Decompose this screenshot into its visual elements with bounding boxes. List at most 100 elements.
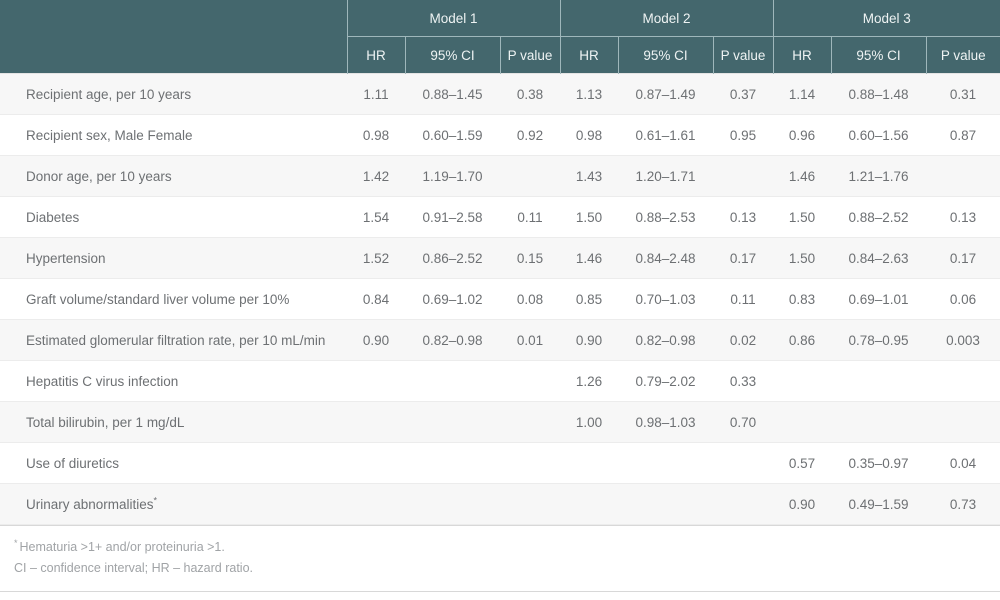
table-cell: 1.50 [773,237,831,279]
table-cell: 0.90 [347,319,405,361]
table-cell: 0.17 [713,237,773,279]
table-cell [926,360,1000,402]
model-group-header-1: Model 1 [346,0,560,37]
table-cell [347,360,405,402]
table-cell: 0.02 [713,319,773,361]
row-label: Recipient age, per 10 years [0,73,347,115]
table-cell [560,483,618,525]
subheader-model3-pvalue: P value [925,36,1000,74]
row-label-header [0,0,347,74]
table-cell [773,360,831,402]
table-cell: 1.14 [773,73,831,115]
footnote-marker-icon: * [14,537,18,548]
table-cell: 0.85 [560,278,618,320]
table-cell: 0.86–2.52 [405,237,500,279]
multivariate-results-table: Model 1 Model 2 Model 3 HR 95% CI P valu… [0,0,1000,525]
table-cell [831,401,926,443]
table-cell: 0.84–2.63 [831,237,926,279]
subheader-model1-hr: HR [346,36,405,74]
table-cell: 0.88–1.45 [405,73,500,115]
table-cell: 0.82–0.98 [618,319,713,361]
table-cell: 0.82–0.98 [405,319,500,361]
table-cell [773,401,831,443]
table-row: Urinary abnormalities* 0.90 0.49–1.59 0.73 [0,483,1000,525]
table-cell: 0.49–1.59 [831,483,926,525]
table-cell: 1.50 [560,196,618,238]
table-cell: 0.87–1.49 [618,73,713,115]
table-cell [405,401,500,443]
table-cell: 0.60–1.59 [405,114,500,156]
table-row: Recipient sex, Male Female 0.98 0.60–1.59 0… [0,114,1000,156]
table-cell: 0.98 [560,114,618,156]
row-label: Donor age, per 10 years [0,155,347,197]
table-cell: 0.88–1.48 [831,73,926,115]
table-cell: 0.60–1.56 [831,114,926,156]
table-cell: 0.13 [926,196,1000,238]
table-cell: 0.69–1.02 [405,278,500,320]
table-row: Total bilirubin, per 1 mg/dL 1.00 0.98–1.0… [0,401,1000,443]
table-cell: 1.54 [347,196,405,238]
table-cell: 0.84 [347,278,405,320]
table-row: Hepatitis C virus infection 1.26 0.79–2.02… [0,360,1000,402]
table-cell: 0.90 [560,319,618,361]
footnote-abbreviations: CI – confidence interval; HR – hazard ra… [14,561,254,576]
subheader-model1-pvalue: P value [499,36,560,74]
table-cell: 1.13 [560,73,618,115]
table-row: Diabetes 1.54 0.91–2.58 0.11 1.50 0.88–2.53 0.… [0,196,1000,238]
table-cell: 0.01 [500,319,560,361]
footnote-text-1: Hematuria >1+ and/or proteinuria >1. [19,540,225,554]
table-row: Estimated glomerular filtration rate, pe… [0,319,1000,361]
table-footnotes: * Hematuria >1+ and/or proteinuria >1. CI… [0,525,1000,593]
table-body: Recipient age, per 10 years 1.11 0.88–1.45… [0,73,1000,525]
table-row: Use of diuretics 0.57 0.35–0.97 0.04 [0,442,1000,484]
table-cell [405,483,500,525]
table-cell: 0.86 [773,319,831,361]
model-group-header-2: Model 2 [559,0,773,37]
table-cell: 0.95 [713,114,773,156]
table-cell: 0.90 [773,483,831,525]
table-cell [347,483,405,525]
table-cell: 0.31 [926,73,1000,115]
subheader-model2-pvalue: P value [712,36,773,74]
table-cell: 0.98–1.03 [618,401,713,443]
row-label: Diabetes [0,196,347,238]
table-cell: 1.46 [773,155,831,197]
table-row: Graft volume/standard liver volume per 1… [0,278,1000,320]
table-cell: 1.21–1.76 [831,155,926,197]
table-cell: 0.35–0.97 [831,442,926,484]
results-table-container: Model 1 Model 2 Model 3 HR 95% CI P valu… [0,0,1000,600]
table-cell: 0.84–2.48 [618,237,713,279]
table-cell: 1.00 [560,401,618,443]
table-cell: 0.91–2.58 [405,196,500,238]
table-cell: 0.69–1.01 [831,278,926,320]
table-cell: 0.70–1.03 [618,278,713,320]
table-cell: 0.88–2.52 [831,196,926,238]
table-cell: 0.04 [926,442,1000,484]
table-cell: 0.37 [713,73,773,115]
subheader-model2-ci: 95% CI [617,36,713,74]
table-cell: 0.70 [713,401,773,443]
table-cell: 0.15 [500,237,560,279]
subheader-model3-hr: HR [772,36,831,74]
table-row: Donor age, per 10 years 1.42 1.19–1.70 1.43… [0,155,1000,197]
header-row-model-groups: Model 1 Model 2 Model 3 [0,0,1000,74]
table-cell: 0.83 [773,278,831,320]
table-cell [405,360,500,402]
table-cell [831,360,926,402]
table-cell: 0.96 [773,114,831,156]
table-cell [500,360,560,402]
table-cell [926,155,1000,197]
table-cell [713,442,773,484]
row-label: Estimated glomerular filtration rate, pe… [0,319,347,361]
table-cell: 0.88–2.53 [618,196,713,238]
row-label: Graft volume/standard liver volume per 1… [0,278,347,320]
row-label: Recipient sex, Male Female [0,114,347,156]
table-cell: 0.79–2.02 [618,360,713,402]
table-cell: 1.52 [347,237,405,279]
subheader-model1-ci: 95% CI [404,36,500,74]
table-cell: 0.73 [926,483,1000,525]
row-label: Use of diuretics [0,442,347,484]
table-cell [560,442,618,484]
table-cell: 0.92 [500,114,560,156]
table-cell: 1.20–1.71 [618,155,713,197]
